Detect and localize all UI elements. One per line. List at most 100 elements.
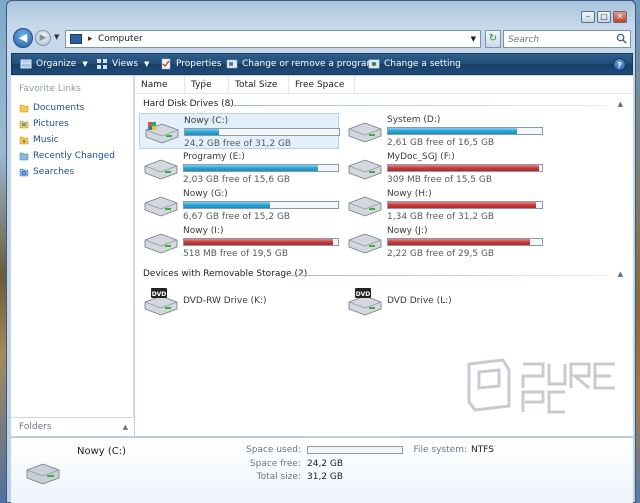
- drive-name: Nowy (J:): [387, 226, 428, 236]
- drive-usage-bar: [387, 201, 543, 209]
- drive-usage-bar: [183, 238, 339, 246]
- refresh-icon: ↻: [488, 33, 498, 44]
- svg-text:DVD: DVD: [356, 291, 371, 298]
- drive-usage-fill: [388, 165, 539, 171]
- organize-label: Organize: [36, 59, 77, 69]
- help-button[interactable]: ?: [613, 58, 626, 71]
- folders-toggle[interactable]: Folders ▲: [11, 417, 134, 436]
- column-header-name[interactable]: Name: [135, 76, 185, 94]
- nav-item-recently-changed[interactable]: Recently Changed: [19, 148, 115, 164]
- caption-buttons: – □ ✕: [581, 11, 627, 23]
- column-header-free-space[interactable]: Free Space: [289, 76, 355, 94]
- search-input[interactable]: [508, 33, 608, 46]
- space-free-label: Space free:: [249, 459, 301, 469]
- drive-free-space: 1,34 GB free of 31,2 GB: [387, 212, 495, 222]
- nav-item-documents[interactable]: Documents: [19, 100, 115, 116]
- searches-icon: [19, 168, 29, 177]
- maximize-button[interactable]: □: [597, 11, 611, 23]
- back-button[interactable]: ◀: [13, 28, 33, 48]
- purepc-watermark-icon: [467, 358, 615, 414]
- drive-name: Programy (E:): [183, 152, 245, 162]
- change-setting-button[interactable]: Change a setting: [368, 58, 461, 70]
- change-program-button[interactable]: Change or remove a program: [226, 58, 375, 70]
- drive-usage-fill: [184, 202, 271, 208]
- dvd-drive-icon: DVD: [348, 288, 382, 316]
- favorite-links-title: Favorite Links: [19, 84, 81, 94]
- program-icon: [226, 59, 238, 69]
- drive-name: Nowy (C:): [184, 116, 229, 126]
- breadcrumb-separator-icon[interactable]: ▸: [88, 34, 93, 44]
- explorer-window: – □ ✕ ◀ ▶ ▼ ▸ Computer ▼ ↻ Organize ▼ Vie…: [6, 0, 636, 503]
- group-header-removable[interactable]: Devices with Removable Storage (2): [143, 269, 307, 279]
- refresh-button[interactable]: ↻: [485, 30, 501, 48]
- dvd-drive-name: DVD Drive (L:): [387, 296, 452, 306]
- drive-usage-bar: [387, 238, 543, 246]
- hard-drive-icon: [144, 196, 178, 217]
- drive-free-space: 6,67 GB free of 15,2 GB: [183, 212, 291, 222]
- drive-usage-fill: [184, 165, 318, 171]
- column-headers: Name Type ^ Total Size Free Space: [135, 76, 633, 94]
- address-dropdown-icon[interactable]: ▼: [471, 35, 476, 43]
- drive-usage-bar: [387, 164, 543, 172]
- nav-item-pictures[interactable]: Pictures: [19, 116, 115, 132]
- chevron-up-icon[interactable]: ▲: [618, 100, 623, 108]
- dvd-drive-tile[interactable]: DVD DVD Drive (L:): [343, 284, 543, 320]
- total-size-value: 31,2 GB: [307, 472, 344, 482]
- file-system-value: NTFS: [471, 445, 494, 455]
- drive-name: Nowy (H:): [387, 189, 432, 199]
- drive-tile[interactable]: Nowy (I:) 518 MB free of 19,5 GB: [139, 224, 339, 260]
- address-bar[interactable]: ▸ Computer ▼: [65, 30, 481, 48]
- address-row: ◀ ▶ ▼ ▸ Computer ▼ ↻: [11, 27, 633, 51]
- forward-button[interactable]: ▶: [35, 30, 51, 46]
- drive-tile[interactable]: Nowy (H:) 1,34 GB free of 31,2 GB: [343, 187, 543, 223]
- properties-button[interactable]: Properties: [160, 58, 221, 70]
- drive-usage-bar: [183, 201, 339, 209]
- hard-drive-icon: [348, 159, 382, 180]
- space-free-value: 24,2 GB: [307, 459, 344, 469]
- close-button[interactable]: ✕: [613, 11, 627, 23]
- arrow-left-icon: ◀: [18, 31, 28, 44]
- arrow-right-icon: ▶: [39, 33, 47, 43]
- column-header-total-size[interactable]: Total Size: [229, 76, 289, 94]
- drive-tile[interactable]: System (D:) 2,61 GB free of 16,5 GB: [343, 113, 543, 149]
- drive-tile[interactable]: Nowy (G:) 6,67 GB free of 15,2 GB: [139, 187, 339, 223]
- group-divider: [229, 105, 609, 106]
- dvd-drive-tile[interactable]: DVD DVD-RW Drive (K:): [139, 284, 339, 320]
- nav-item-music[interactable]: Music: [19, 132, 115, 148]
- favorite-links-list: Documents Pictures Music Recently Change…: [19, 100, 115, 180]
- recent-pages-dropdown[interactable]: ▼: [54, 33, 59, 41]
- sort-arrow-icon: ^: [201, 79, 207, 87]
- hard-drive-icon: [348, 233, 382, 254]
- drive-tile[interactable]: MyDoc_SGJ (F:) 309 MB free of 15,5 GB: [343, 150, 543, 186]
- nav-item-label: Recently Changed: [33, 151, 115, 161]
- drive-name: Nowy (I:): [183, 226, 224, 236]
- minimize-button[interactable]: –: [581, 11, 595, 23]
- drive-usage-fill: [388, 202, 536, 208]
- chevron-up-icon[interactable]: ▲: [618, 270, 623, 278]
- hard-drive-icon: [145, 122, 179, 144]
- nav-item-searches[interactable]: Searches: [19, 164, 115, 180]
- views-button[interactable]: Views ▼: [96, 58, 149, 70]
- drive-tile[interactable]: Nowy (C:) 24,2 GB free of 31,2 GB: [139, 113, 340, 149]
- group-header-hdd[interactable]: Hard Disk Drives (8): [143, 99, 234, 109]
- properties-icon: [161, 58, 171, 70]
- file-list: Name Type ^ Total Size Free Space Hard Di…: [135, 76, 633, 436]
- total-size-label: Total size:: [256, 472, 301, 482]
- drive-tile[interactable]: Nowy (J:) 2,22 GB free of 29,5 GB: [343, 224, 543, 260]
- search-icon[interactable]: [616, 33, 627, 44]
- breadcrumb-computer[interactable]: Computer: [98, 34, 143, 44]
- drive-tile[interactable]: Programy (E:) 2,03 GB free of 15,6 GB: [139, 150, 339, 186]
- drive-usage-bar: [387, 127, 543, 135]
- organize-button[interactable]: Organize ▼: [20, 58, 88, 70]
- search-box: [503, 30, 631, 48]
- drive-free-space: 2,03 GB free of 15,6 GB: [183, 175, 291, 185]
- hard-drive-icon: [144, 159, 178, 180]
- drive-usage-fill: [388, 239, 530, 245]
- column-header-type[interactable]: Type ^: [185, 76, 229, 94]
- change-program-label: Change or remove a program: [242, 59, 376, 69]
- drive-free-space: 2,22 GB free of 29,5 GB: [387, 249, 495, 259]
- drive-usage-fill: [388, 128, 518, 134]
- space-used-label: Space used:: [246, 445, 301, 455]
- music-icon: [19, 136, 29, 145]
- computer-icon: [70, 34, 82, 44]
